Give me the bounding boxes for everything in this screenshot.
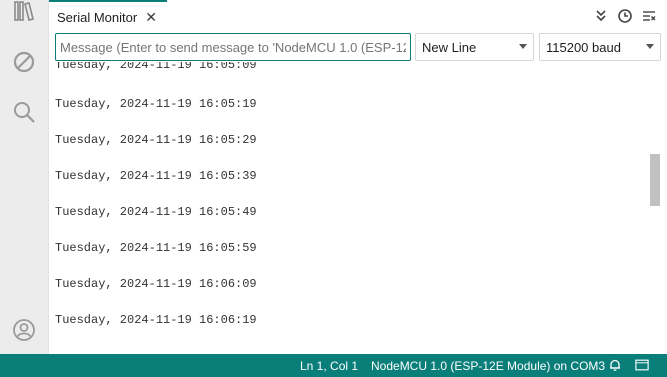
scrollbar-thumb[interactable] <box>650 154 660 206</box>
output-line: Tuesday, 2024-11-19 16:05:59 <box>55 241 257 255</box>
tab-actions <box>593 8 657 24</box>
search-icon[interactable] <box>12 100 36 124</box>
serial-output[interactable]: Tuesday, 2024-11-19 16:05:09 Tuesday, 20… <box>49 62 647 354</box>
chevron-down-icon <box>519 44 527 49</box>
board-port-status[interactable]: NodeMCU 1.0 (ESP-12E Module) on COM3 <box>371 359 605 373</box>
output-line: Tuesday, 2024-11-19 16:05:19 <box>55 97 257 111</box>
clear-output-icon[interactable] <box>641 8 657 24</box>
output-line-partial: Tuesday, 2024-11-19 16:05:09 <box>55 62 257 72</box>
timestamp-icon[interactable] <box>617 8 633 24</box>
output-line: Tuesday, 2024-11-19 16:05:49 <box>55 205 257 219</box>
output-line: Tuesday, 2024-11-19 16:05:29 <box>55 133 257 147</box>
status-bar: Ln 1, Col 1 NodeMCU 1.0 (ESP-12E Module)… <box>0 354 667 377</box>
output-line: Tuesday, 2024-11-19 16:06:09 <box>55 277 257 291</box>
line-ending-value: New Line <box>422 39 477 55</box>
scrollbar-track[interactable] <box>647 62 667 354</box>
close-icon[interactable]: ✕ <box>145 10 157 24</box>
tab-serial-monitor[interactable]: Serial Monitor ✕ <box>49 0 167 32</box>
tab-title: Serial Monitor <box>57 9 138 25</box>
output-line: Tuesday, 2024-11-19 16:05:39 <box>55 169 257 183</box>
account-icon[interactable] <box>12 318 36 342</box>
debug-disabled-icon[interactable] <box>12 50 36 74</box>
line-ending-select[interactable]: New Line <box>415 33 534 61</box>
sidebar <box>0 0 49 354</box>
terminal-icon[interactable] <box>635 358 651 372</box>
baud-rate-value: 115200 baud <box>546 39 621 55</box>
tab-bar: Serial Monitor ✕ <box>49 0 667 32</box>
library-icon[interactable] <box>12 0 36 24</box>
chevron-down-icon <box>646 44 654 49</box>
output-line: Tuesday, 2024-11-19 16:06:19 <box>55 313 257 327</box>
bell-icon[interactable] <box>608 358 622 372</box>
serial-toolbar: New Line 115200 baud <box>49 32 667 62</box>
cursor-position[interactable]: Ln 1, Col 1 <box>300 359 358 373</box>
message-input[interactable] <box>55 33 411 61</box>
autoscroll-icon[interactable] <box>593 8 609 24</box>
baud-rate-select[interactable]: 115200 baud <box>539 33 661 61</box>
